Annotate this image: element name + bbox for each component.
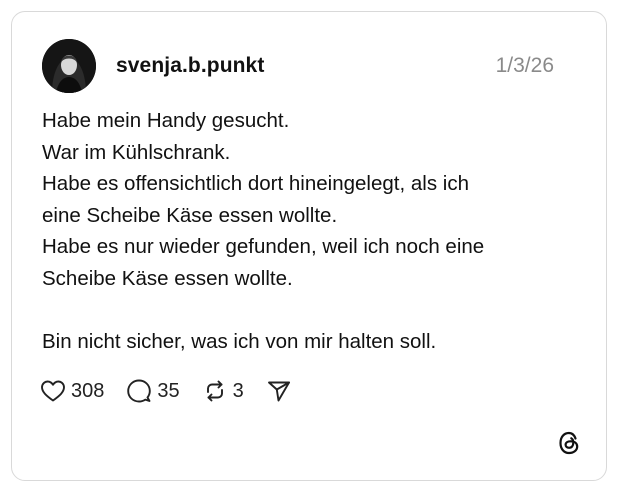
post-header: svenja.b.punkt 1/3/26 — [42, 38, 554, 94]
paper-plane-icon — [266, 378, 292, 404]
share-button[interactable] — [266, 378, 292, 404]
repost-button[interactable]: 3 — [202, 378, 244, 404]
repost-icon — [202, 378, 228, 404]
avatar[interactable] — [42, 39, 96, 93]
post-text-line: Habe es offensichtlich dort hineingelegt… — [42, 172, 469, 195]
post-text: Habe mein Handy gesucht. War im Kühlschr… — [42, 105, 582, 357]
post-text-line: Bin nicht sicher, was ich von mir halten… — [42, 329, 437, 353]
post-date: 1/3/26 — [495, 54, 554, 77]
like-button[interactable]: 308 — [40, 379, 104, 403]
action-bar: 308 35 3 — [40, 376, 314, 406]
reply-count: 35 — [157, 379, 180, 402]
post-text-line: eine Scheibe Käse essen wollte. — [42, 203, 338, 227]
like-count: 308 — [71, 379, 105, 402]
repost-count: 3 — [232, 379, 244, 402]
heart-icon — [40, 379, 66, 403]
post-text-line: Habe es nur wieder gefunden, weil ich no… — [42, 235, 485, 258]
post-text-line: Habe mein Handy gesucht. — [42, 109, 290, 132]
username[interactable]: svenja.b.punkt — [116, 54, 264, 78]
post-card: svenja.b.punkt 1/3/26 Habe mein Handy ge… — [11, 11, 607, 481]
reply-button[interactable]: 35 — [126, 378, 180, 404]
post-text-line: War im Kühlschrank. — [42, 140, 231, 164]
speech-bubble-icon — [126, 378, 152, 404]
threads-logo-icon[interactable] — [556, 430, 582, 456]
post-text-line: Scheibe Käse essen wollte. — [42, 266, 293, 290]
